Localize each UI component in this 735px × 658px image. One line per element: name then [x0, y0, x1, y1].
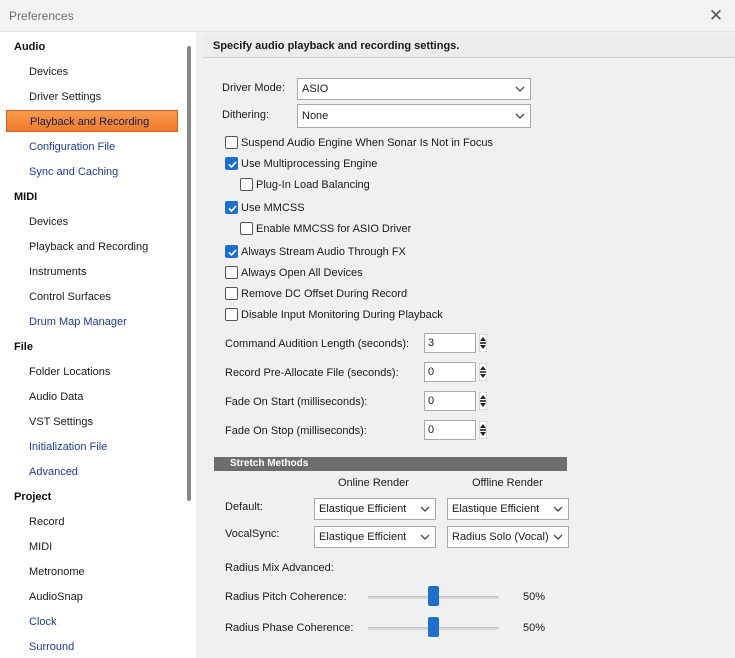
sidebar-item-drum-map-manager[interactable]: Drum Map Manager — [29, 316, 127, 328]
multiprocessing-label: Use Multiprocessing Engine — [241, 158, 378, 170]
vocalsync-label: VocalSync: — [225, 528, 280, 540]
window-title: Preferences — [9, 9, 74, 23]
default-online-value: Elastique Efficient — [319, 503, 407, 515]
audition-length-label: Command Audition Length (seconds): — [225, 338, 410, 350]
sidebar-item-configuration-file[interactable]: Configuration File — [29, 141, 115, 153]
driver-mode-select[interactable]: ASIO — [297, 78, 531, 100]
always-stream-checkbox[interactable] — [225, 245, 238, 258]
stretch-methods-header: Stretch Methods — [214, 457, 567, 471]
phase-coherence-label: Radius Phase Coherence: — [225, 622, 354, 634]
fade-start-label: Fade On Start (milliseconds): — [225, 396, 368, 408]
fade-stop-label: Fade On Stop (milliseconds): — [225, 425, 367, 437]
sidebar-item-instruments[interactable]: Instruments — [29, 266, 86, 278]
sidebar-item-audio-playback-and-recording[interactable]: Playback and Recording — [6, 110, 178, 132]
remove-dc-label: Remove DC Offset During Record — [241, 288, 408, 300]
chevron-down-icon — [420, 506, 430, 512]
sidebar-item-folder-locations[interactable]: Folder Locations — [29, 366, 110, 378]
chevron-down-icon — [420, 534, 430, 540]
title-bar: Preferences ✕ — [0, 0, 735, 32]
sidebar-item-surround[interactable]: Surround — [29, 641, 74, 653]
dithering-select[interactable]: None — [297, 104, 531, 128]
vocalsync-online-value: Elastique Efficient — [319, 531, 407, 543]
suspend-engine-label: Suspend Audio Engine When Sonar Is Not i… — [241, 137, 493, 149]
sidebar-item-audio-devices[interactable]: Devices — [29, 66, 68, 78]
sidebar-item-midi-devices[interactable]: Devices — [29, 216, 68, 228]
sidebar-item-audiosnap[interactable]: AudioSnap — [29, 591, 83, 603]
sidebar-item-record[interactable]: Record — [29, 516, 64, 528]
category-file: File — [14, 341, 33, 353]
fade-start-input[interactable]: 0 — [424, 391, 476, 411]
mmcss-asio-checkbox[interactable] — [240, 222, 253, 235]
phase-coherence-value: 50% — [523, 622, 546, 634]
sidebar-item-sync-and-caching[interactable]: Sync and Caching — [29, 166, 118, 178]
sidebar-item-metronome[interactable]: Metronome — [29, 566, 85, 578]
default-offline-select[interactable]: Elastique Efficient — [447, 498, 569, 520]
vocalsync-online-select[interactable]: Elastique Efficient — [314, 526, 436, 548]
sidebar-item-audio-data[interactable]: Audio Data — [29, 391, 83, 403]
check-icon — [228, 161, 237, 169]
chevron-down-icon — [515, 86, 525, 92]
sidebar-item-advanced[interactable]: Advanced — [29, 466, 78, 478]
sidebar-item-midi-playback-and-recording[interactable]: Playback and Recording — [29, 241, 148, 253]
dithering-label: Dithering: — [222, 109, 270, 121]
chevron-down-icon — [553, 534, 563, 540]
category-project: Project — [14, 491, 52, 503]
driver-mode-label: Driver Mode: — [222, 82, 285, 94]
multiprocessing-checkbox[interactable] — [225, 157, 238, 170]
preallocate-spin-icon[interactable] — [479, 363, 487, 381]
vocalsync-offline-select[interactable]: Radius Solo (Vocal) — [447, 526, 569, 548]
chevron-down-icon — [515, 113, 525, 119]
suspend-engine-checkbox[interactable] — [225, 136, 238, 149]
audition-length-input[interactable]: 3 — [424, 333, 476, 353]
sidebar-item-initialization-file[interactable]: Initialization File — [29, 441, 107, 453]
category-audio: Audio — [14, 41, 46, 53]
preferences-sidebar: Audio Devices Driver Settings Playback a… — [0, 32, 196, 658]
sidebar-item-vst-settings[interactable]: VST Settings — [29, 416, 93, 428]
sidebar-item-control-surfaces[interactable]: Control Surfaces — [29, 291, 111, 303]
mmcss-checkbox[interactable] — [225, 201, 238, 214]
online-render-column-label: Online Render — [338, 477, 409, 489]
pitch-coherence-thumb[interactable] — [428, 586, 439, 606]
check-icon — [228, 249, 237, 257]
sidebar-item-midi[interactable]: MIDI — [29, 541, 52, 553]
always-stream-label: Always Stream Audio Through FX — [241, 246, 406, 258]
sidebar-scrollbar[interactable] — [184, 32, 196, 658]
sidebar-item-clock[interactable]: Clock — [29, 616, 57, 628]
remove-dc-checkbox[interactable] — [225, 287, 238, 300]
default-offline-value: Elastique Efficient — [452, 503, 540, 515]
preallocate-input[interactable]: 0 — [424, 362, 476, 382]
sidebar-item-driver-settings[interactable]: Driver Settings — [29, 91, 101, 103]
pitch-coherence-label: Radius Pitch Coherence: — [225, 591, 347, 603]
default-online-select[interactable]: Elastique Efficient — [314, 498, 436, 520]
pitch-coherence-value: 50% — [523, 591, 546, 603]
default-stretch-label: Default: — [225, 501, 263, 513]
mmcss-label: Use MMCSS — [241, 202, 305, 214]
mmcss-asio-label: Enable MMCSS for ASIO Driver — [256, 223, 412, 235]
always-open-checkbox[interactable] — [225, 266, 238, 279]
page-header: Specify audio playback and recording set… — [203, 34, 735, 58]
audition-length-spin-icon[interactable] — [479, 334, 487, 352]
offline-render-column-label: Offline Render — [472, 477, 543, 489]
category-midi: MIDI — [14, 191, 38, 203]
sidebar-scrollbar-thumb[interactable] — [187, 46, 191, 501]
phase-coherence-thumb[interactable] — [428, 617, 439, 637]
close-icon[interactable]: ✕ — [703, 4, 729, 28]
radius-mix-label: Radius Mix Advanced: — [225, 562, 334, 574]
driver-mode-value: ASIO — [302, 83, 329, 95]
plugin-load-balancing-label: Plug-In Load Balancing — [256, 179, 370, 191]
fade-stop-input[interactable]: 0 — [424, 420, 476, 440]
playback-recording-panel: Driver Mode: ASIO Dithering: None Suspen… — [203, 58, 735, 658]
disable-monitoring-label: Disable Input Monitoring During Playback — [241, 309, 443, 321]
preallocate-label: Record Pre-Allocate File (seconds): — [225, 367, 399, 379]
chevron-down-icon — [553, 506, 563, 512]
plugin-load-balancing-checkbox[interactable] — [240, 178, 253, 191]
always-open-label: Always Open All Devices — [241, 267, 363, 279]
disable-monitoring-checkbox[interactable] — [225, 308, 238, 321]
check-icon — [228, 205, 237, 213]
vocalsync-offline-value: Radius Solo (Vocal) — [452, 531, 549, 543]
fade-start-spin-icon[interactable] — [479, 392, 487, 410]
dithering-value: None — [302, 110, 329, 122]
fade-stop-spin-icon[interactable] — [479, 421, 487, 439]
